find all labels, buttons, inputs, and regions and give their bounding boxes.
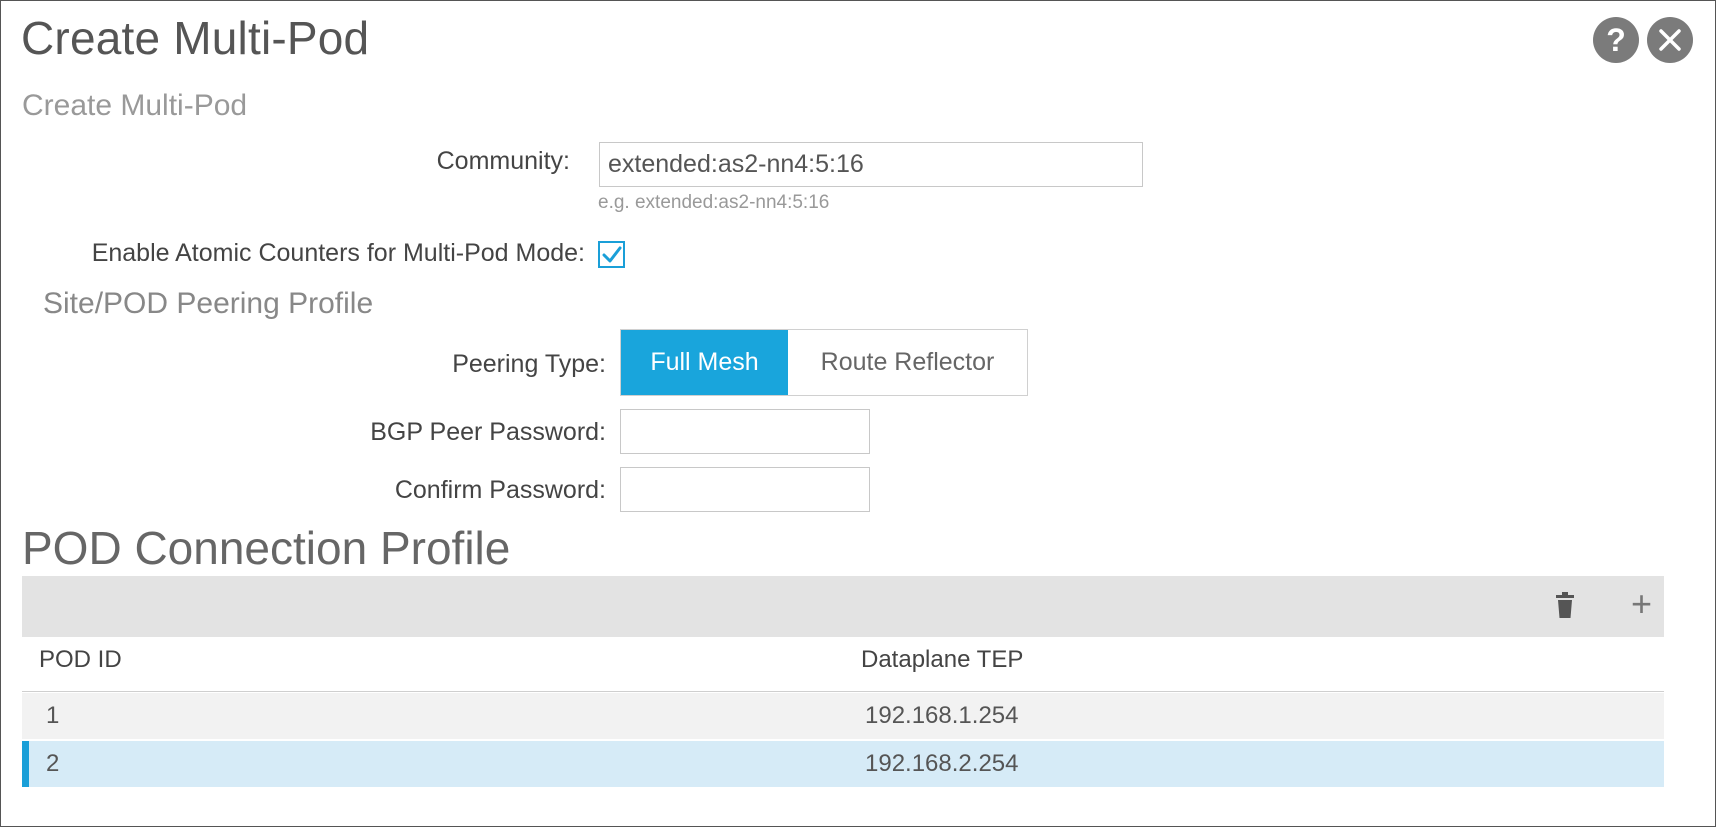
bgp-peer-password-label: BGP Peer Password: [370, 418, 606, 446]
confirm-password-input[interactable] [620, 467, 870, 512]
question-mark-glyph: ? [1606, 21, 1626, 58]
pod-connection-heading: POD Connection Profile [22, 522, 511, 574]
peering-section-heading: Site/POD Peering Profile [43, 287, 374, 320]
selection-indicator [22, 741, 29, 787]
header-divider [22, 691, 1664, 692]
pod-id-cell: 1 [46, 702, 60, 729]
community-hint: e.g. extended:as2-nn4:5:16 [598, 192, 830, 213]
form-subtitle: Create Multi-Pod [22, 89, 248, 122]
atomic-counters-label: Enable Atomic Counters for Multi-Pod Mod… [91, 239, 585, 267]
confirm-password-label: Confirm Password: [394, 476, 606, 504]
full-mesh-option[interactable]: Full Mesh [621, 330, 788, 395]
create-multipod-dialog: Create Multi-Pod ? Create Multi-Pod Comm… [0, 0, 1716, 827]
pod-id-cell: 2 [46, 750, 60, 777]
dataplane-tep-cell: 192.168.1.254 [865, 702, 1019, 729]
dialog-title: Create Multi-Pod [21, 12, 370, 64]
close-icon[interactable] [1647, 17, 1693, 63]
x-glyph [1659, 29, 1681, 51]
community-input[interactable] [599, 142, 1143, 187]
column-header-pod-id[interactable]: POD ID [39, 646, 122, 674]
community-label: Community: [436, 147, 570, 175]
table-row-selected[interactable]: 2 192.168.2.254 [22, 741, 1664, 787]
peering-type-toggle: Full Mesh Route Reflector [620, 329, 1028, 396]
dataplane-tep-cell: 192.168.2.254 [865, 750, 1019, 777]
add-icon[interactable]: + [1631, 584, 1652, 624]
trash-icon[interactable] [1554, 592, 1576, 625]
route-reflector-option[interactable]: Route Reflector [788, 330, 1027, 395]
checkmark-icon [602, 246, 621, 262]
peering-type-label: Peering Type: [452, 350, 606, 378]
atomic-counters-checkbox[interactable] [598, 241, 625, 268]
table-row[interactable]: 1 192.168.1.254 [22, 693, 1664, 739]
help-icon[interactable]: ? [1593, 17, 1639, 63]
column-header-dataplane-tep[interactable]: Dataplane TEP [861, 646, 1023, 674]
bgp-peer-password-input[interactable] [620, 409, 870, 454]
table-toolbar: + [22, 576, 1664, 637]
